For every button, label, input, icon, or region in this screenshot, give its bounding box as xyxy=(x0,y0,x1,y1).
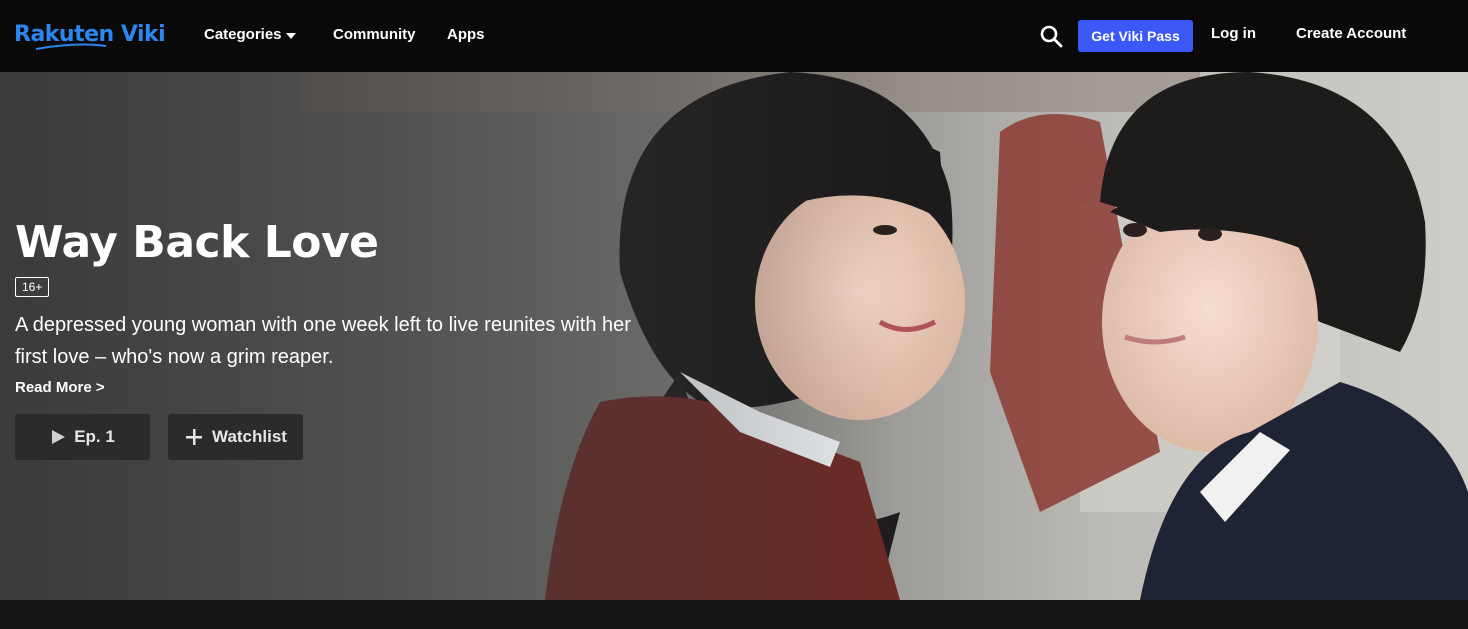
get-viki-pass-button[interactable]: Get Viki Pass xyxy=(1078,20,1193,52)
nav-community-link[interactable]: Community xyxy=(333,25,416,45)
nav-categories-label: Categories xyxy=(204,26,282,43)
hero-info: Way Back Love 16+ A depressed young woma… xyxy=(15,215,655,397)
show-title[interactable]: Way Back Love xyxy=(15,215,655,271)
watchlist-label: Watchlist xyxy=(212,427,287,446)
top-navbar: Rakuten Viki Categories Community Apps G… xyxy=(0,0,1468,72)
age-rating-badge: 16+ xyxy=(15,277,50,297)
nav-categories-dropdown[interactable]: Categories xyxy=(204,25,296,45)
search-icon[interactable] xyxy=(1039,24,1063,48)
play-episode-label: Ep. 1 xyxy=(74,427,115,446)
create-account-link[interactable]: Create Account xyxy=(1296,24,1406,44)
login-link[interactable]: Log in xyxy=(1211,24,1256,44)
play-episode-button[interactable]: Ep. 1 xyxy=(15,414,150,460)
caret-down-icon xyxy=(285,25,296,45)
hero-banner[interactable]: Way Back Love 16+ A depressed young woma… xyxy=(0,72,1468,600)
read-more-link[interactable]: Read More > xyxy=(15,379,105,396)
plus-icon xyxy=(186,429,203,445)
content-row-background xyxy=(0,600,1468,629)
nav-apps-link[interactable]: Apps xyxy=(447,25,485,45)
add-to-watchlist-button[interactable]: Watchlist xyxy=(168,414,303,460)
show-synopsis: A depressed young woman with one week le… xyxy=(15,314,631,368)
play-icon xyxy=(52,430,66,444)
logo-swoosh-icon xyxy=(36,43,107,50)
